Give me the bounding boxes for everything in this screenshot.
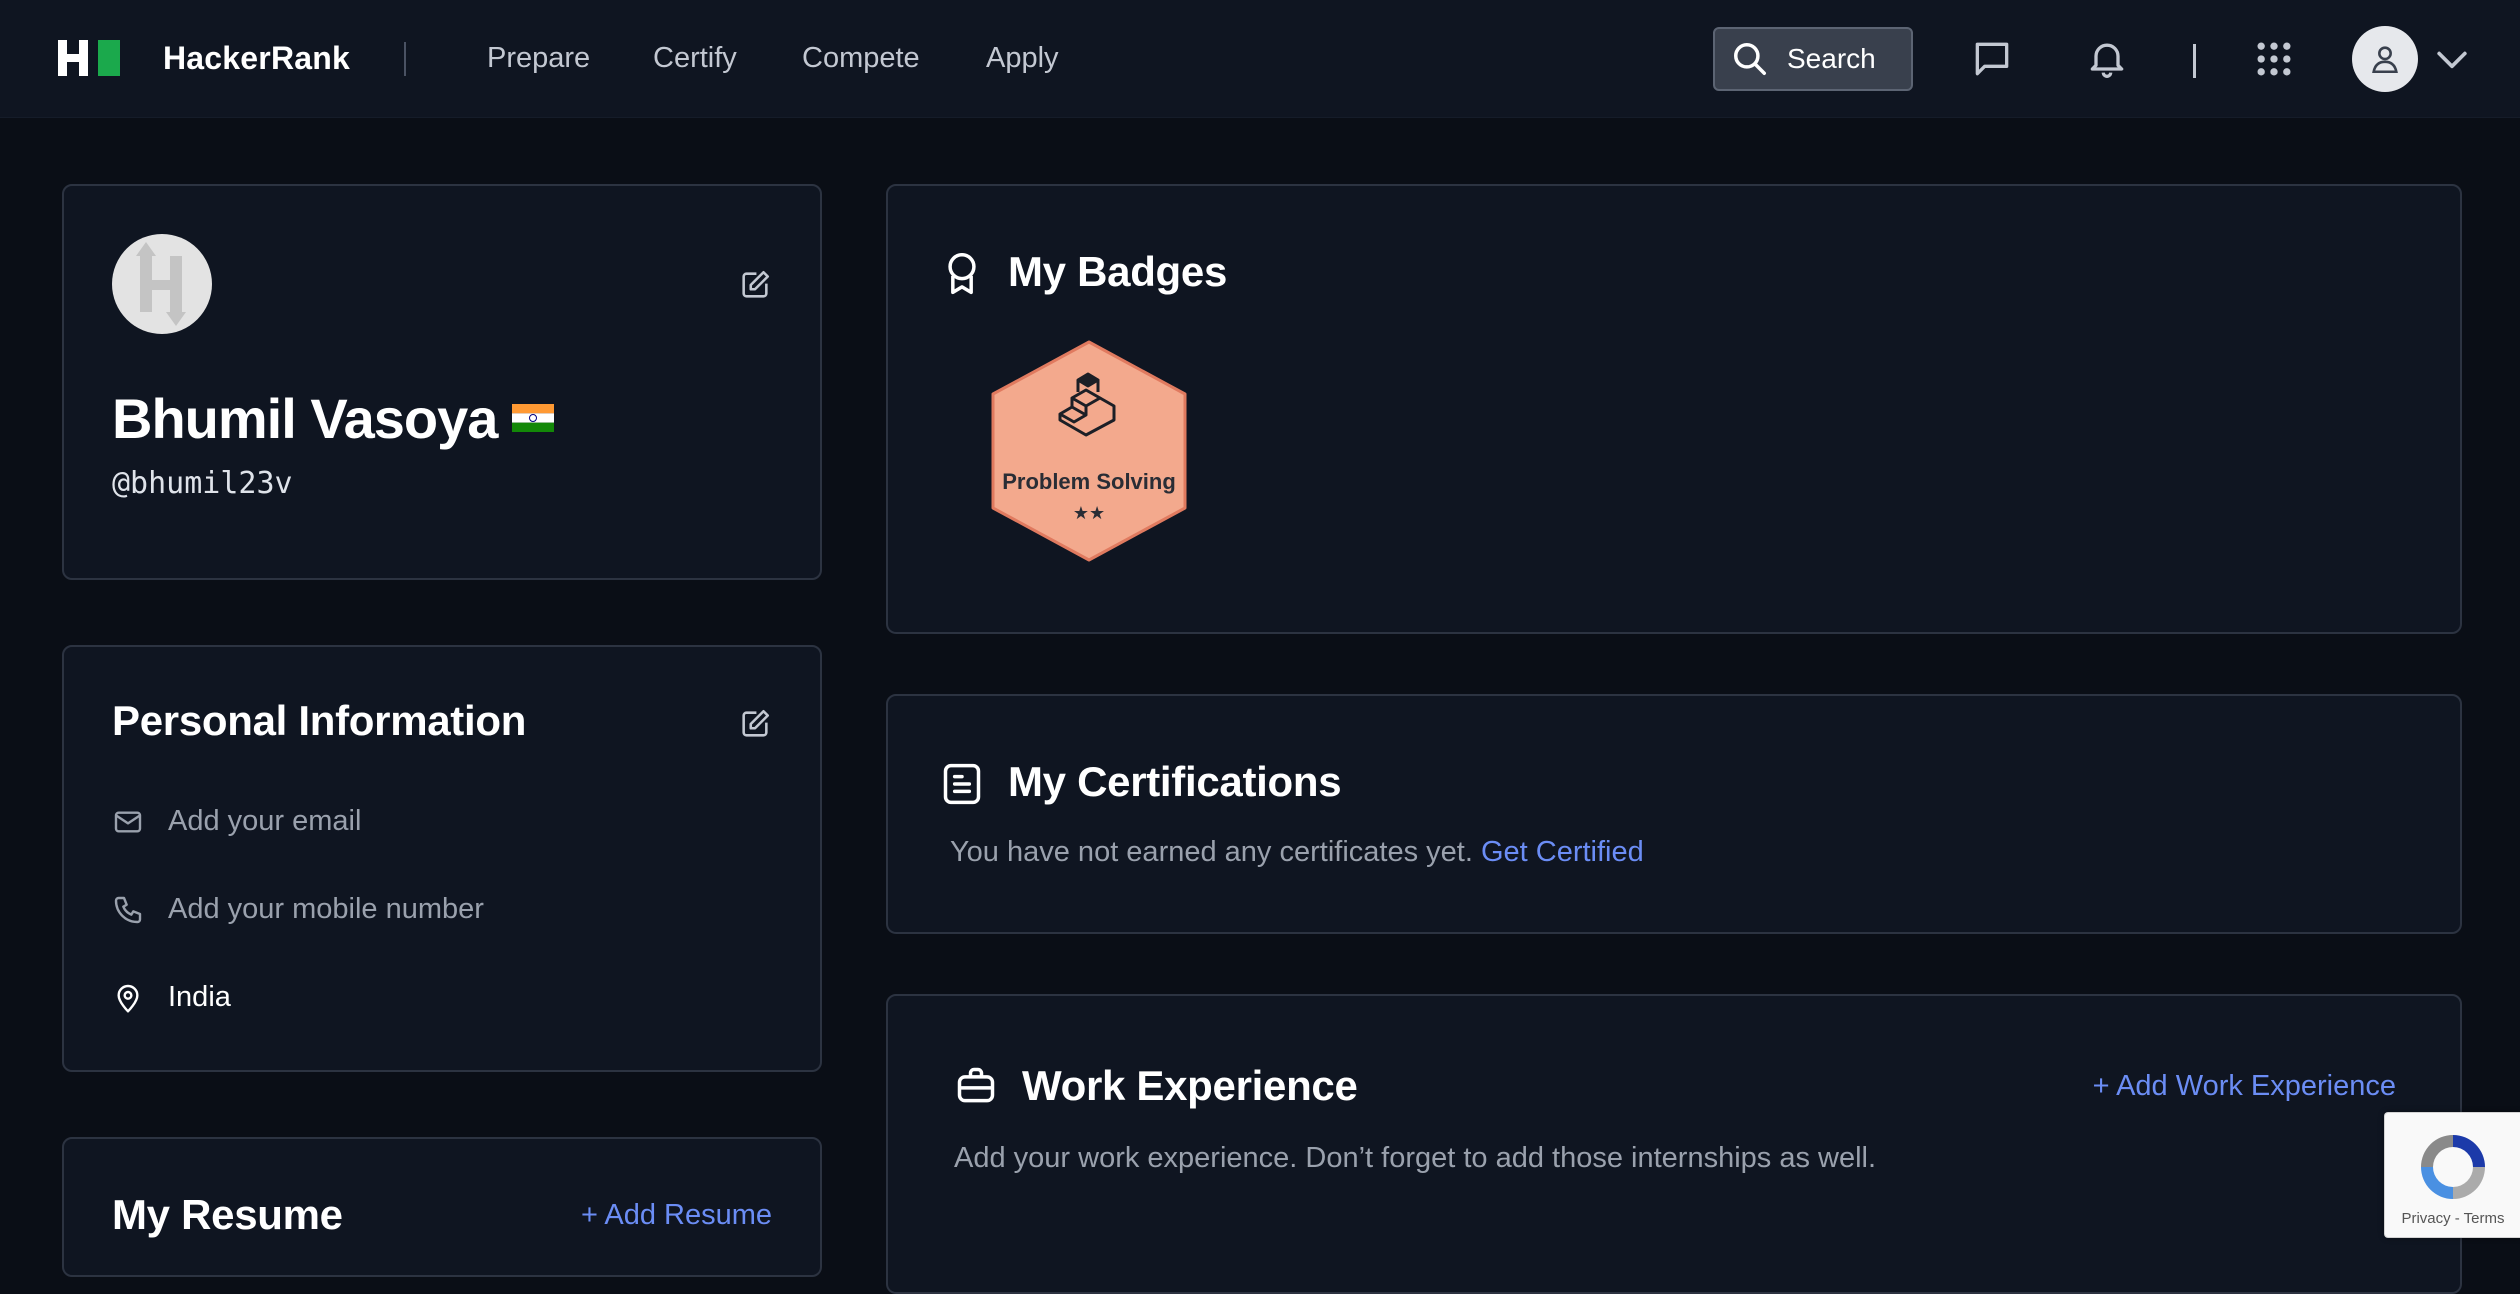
recaptcha-logo-icon (2421, 1135, 2485, 1199)
certifications-card: My Certifications You have not earned an… (886, 694, 2462, 934)
nav-certify[interactable]: Certify (653, 42, 737, 75)
personal-information-card: Personal Information Add your email Add … (62, 645, 822, 1072)
search-button[interactable]: Search (1713, 27, 1913, 91)
email-placeholder: Add your email (168, 805, 362, 837)
certificate-document-icon (943, 763, 981, 805)
recaptcha-terms[interactable]: Privacy - Terms (2385, 1210, 2520, 1227)
profile-avatar (112, 234, 212, 334)
badges-title: My Badges (1008, 248, 1228, 295)
apps-grid-icon[interactable] (2252, 37, 2296, 81)
certifications-empty-text: You have not earned any certificates yet… (950, 836, 1473, 868)
briefcase-icon (957, 1067, 995, 1103)
badge-stars: ★★ (1073, 503, 1105, 524)
brand-name[interactable]: HackerRank (163, 40, 350, 77)
nav-prepare[interactable]: Prepare (487, 42, 590, 75)
add-work-experience-link[interactable]: + Add Work Experience (2093, 1070, 2396, 1103)
hackerrank-avatar-icon (136, 242, 186, 326)
badge-hexagon-icon: Problem Solving ★★ (991, 340, 1187, 562)
add-resume-link[interactable]: + Add Resume (581, 1199, 772, 1232)
header-divider (404, 42, 406, 76)
hackerrank-logo-icon[interactable] (58, 40, 123, 76)
work-experience-empty-text: Add your work experience. Don’t forget t… (954, 1142, 1877, 1174)
work-experience-card: Work Experience + Add Work Experience Ad… (886, 994, 2462, 1294)
edit-profile-icon[interactable] (738, 268, 772, 302)
search-label: Search (1787, 43, 1876, 74)
chevron-down-icon[interactable] (2430, 37, 2474, 81)
badges-card: My Badges Problem Solving ★★ (886, 184, 2462, 634)
nav-compete[interactable]: Compete (802, 42, 920, 75)
messages-icon[interactable] (1970, 37, 2014, 81)
location-value: India (168, 981, 231, 1013)
profile-card: Bhumil Vasoya @bhumil23v (62, 184, 822, 580)
badge-ribbon-icon (948, 253, 976, 295)
top-nav-bar: HackerRank Prepare Certify Compete Apply… (0, 0, 2520, 118)
mail-icon (114, 810, 142, 833)
resume-title: My Resume (112, 1191, 343, 1238)
header-divider-right (2193, 44, 2196, 78)
edit-personal-info-icon[interactable] (738, 707, 772, 741)
profile-handle: @bhumil23v (112, 466, 293, 501)
mobile-placeholder: Add your mobile number (168, 893, 484, 925)
profile-name: Bhumil Vasoya (112, 387, 498, 450)
location-pin-icon (117, 984, 139, 1013)
nav-apply[interactable]: Apply (986, 42, 1059, 75)
get-certified-link[interactable]: Get Certified (1481, 836, 1644, 868)
email-row[interactable]: Add your email (112, 805, 361, 838)
badge-name: Problem Solving (1002, 469, 1176, 494)
india-flag-icon (512, 404, 554, 432)
user-icon (2372, 46, 2398, 74)
location-row: India (112, 981, 231, 1014)
user-avatar[interactable] (2352, 26, 2418, 92)
certifications-title: My Certifications (1008, 758, 1342, 805)
notifications-bell-icon[interactable] (2085, 36, 2129, 80)
certifications-empty-row: You have not earned any certificates yet… (950, 836, 1644, 869)
personal-information-title: Personal Information (112, 697, 527, 744)
phone-icon (114, 896, 142, 923)
mobile-row[interactable]: Add your mobile number (112, 893, 484, 926)
work-experience-title: Work Experience (1022, 1062, 1358, 1109)
badge-problem-solving[interactable]: Problem Solving ★★ (986, 338, 1192, 564)
recaptcha-badge[interactable]: Privacy - Terms (2384, 1112, 2520, 1238)
search-icon (1734, 43, 1766, 75)
resume-card: My Resume + Add Resume (62, 1137, 822, 1277)
